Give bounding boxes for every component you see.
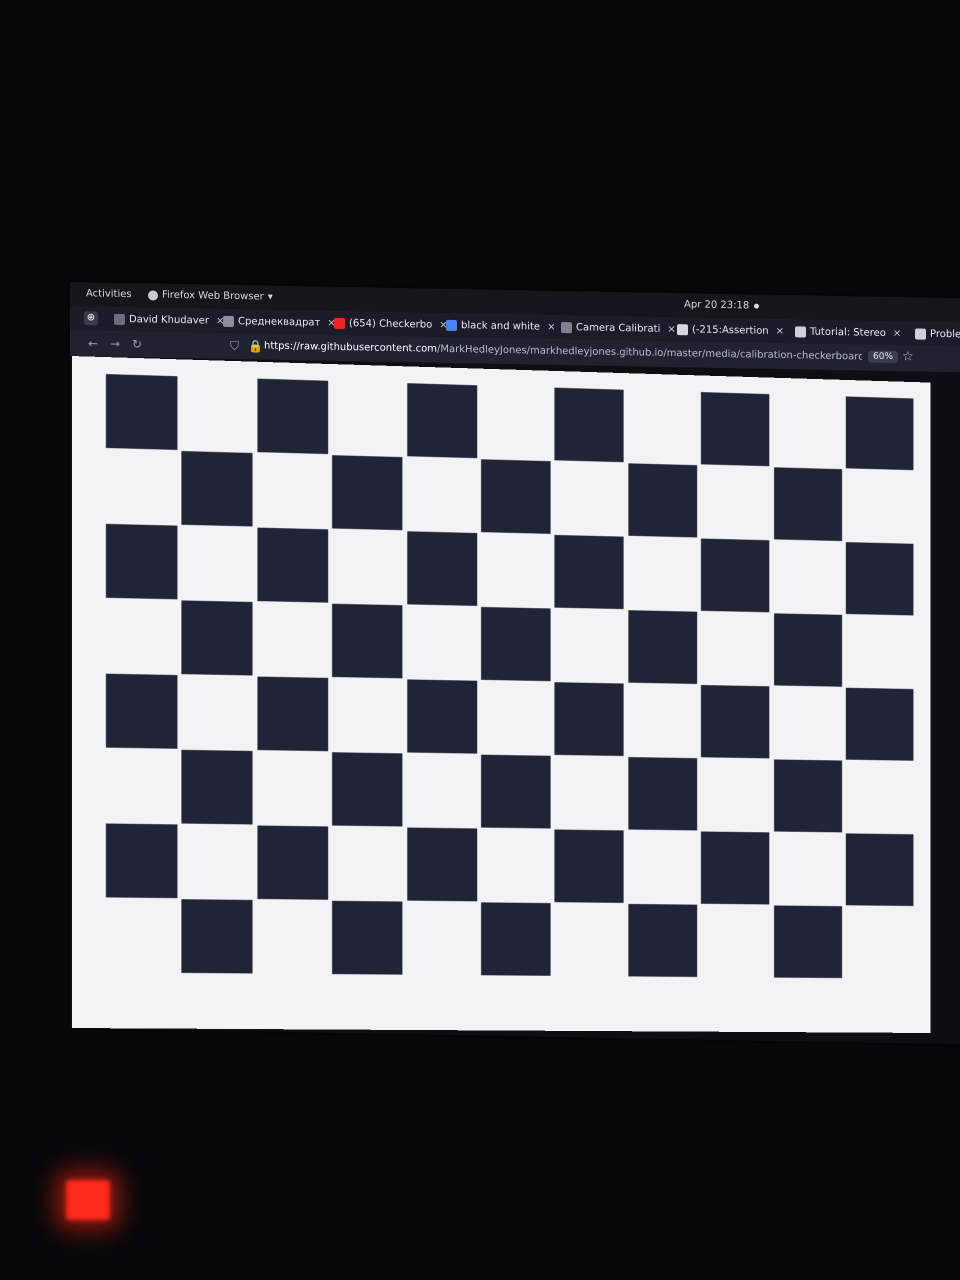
tab-label: Camera Calibrati <box>576 321 661 335</box>
checker-square <box>628 757 697 831</box>
tab-menu-button[interactable]: ⊕ <box>84 311 98 326</box>
monitor-screen: Activities Firefox Web Browser ▾ Apr 20 … <box>70 282 960 1045</box>
checker-square <box>406 531 477 606</box>
tab-label: (654) Checkerbo <box>349 317 433 331</box>
tab-favicon-icon <box>446 319 457 331</box>
tab-favicon-icon <box>795 325 806 337</box>
checker-square <box>628 903 697 977</box>
url-host: https://raw.githubusercontent.com <box>264 340 438 355</box>
photo-scene: Activities Firefox Web Browser ▾ Apr 20 … <box>0 0 960 1280</box>
checker-square <box>181 749 253 825</box>
tab-favicon-icon <box>677 323 688 335</box>
checker-square <box>773 905 842 979</box>
tab[interactable]: black and white × <box>446 317 555 335</box>
tab-favicon-icon <box>561 321 572 333</box>
tab[interactable]: Tutorial: Stereo × <box>795 323 901 341</box>
clock[interactable]: Apr 20 23:18 <box>684 299 749 311</box>
checker-square <box>628 610 697 684</box>
checker-square <box>773 613 842 687</box>
zoom-level-badge[interactable]: 60% <box>868 350 899 364</box>
tab[interactable]: (-215:Assertion × <box>677 321 784 339</box>
tab-label: David Khudaver <box>129 313 209 327</box>
tab-label: Proble <box>930 328 960 340</box>
checker-square <box>332 900 403 975</box>
checker-square <box>257 825 328 900</box>
tab-label: (-215:Assertion <box>692 323 769 337</box>
checker-square <box>181 899 253 974</box>
tab-favicon-icon <box>223 315 234 327</box>
checker-square <box>701 538 770 613</box>
checker-square <box>554 682 624 757</box>
page-content <box>72 356 931 1033</box>
back-arrow-icon[interactable]: ← <box>88 336 98 350</box>
tab[interactable]: Proble <box>915 325 960 342</box>
checker-square <box>845 542 914 616</box>
firefox-icon <box>148 289 158 301</box>
tab-favicon-icon <box>915 327 926 340</box>
tab-label: Tutorial: Stereo <box>810 326 886 339</box>
checker-square <box>845 396 914 471</box>
tab-favicon-icon <box>334 317 345 329</box>
checker-square <box>845 687 914 761</box>
checker-square <box>105 523 178 600</box>
checker-square <box>406 827 477 902</box>
checker-square <box>481 459 551 534</box>
checker-square <box>701 831 770 905</box>
url-path: /MarkHedleyJones/markhedleyjones.github.… <box>437 343 862 363</box>
checker-square <box>257 676 328 752</box>
tab[interactable]: David Khudaver × <box>114 311 224 329</box>
checker-square <box>481 606 551 682</box>
checker-square <box>773 467 842 542</box>
power-led-light <box>66 1180 110 1220</box>
checker-square <box>701 392 770 467</box>
checker-square <box>406 383 477 459</box>
checker-square <box>554 829 624 903</box>
checker-square <box>181 600 253 676</box>
checker-square <box>105 374 178 450</box>
checker-square <box>181 451 253 527</box>
tab-label: black and white <box>461 319 541 333</box>
checker-square <box>628 463 697 538</box>
checker-square <box>332 603 403 679</box>
checker-square <box>105 673 178 749</box>
checker-square <box>481 902 551 976</box>
checkerboard <box>105 374 917 980</box>
reload-icon[interactable]: ↻ <box>132 337 142 351</box>
checker-square <box>773 759 842 833</box>
url-field[interactable]: https://raw.githubusercontent.com/MarkHe… <box>264 341 862 363</box>
close-icon[interactable]: × <box>667 323 675 334</box>
tab-label: Среднеквадрат <box>238 315 321 329</box>
close-icon[interactable]: × <box>893 328 901 339</box>
bookmark-star-icon[interactable]: ☆ <box>902 349 914 364</box>
tab-favicon-icon <box>114 313 125 325</box>
checker-square <box>406 679 477 754</box>
lock-icon[interactable]: 🔒 <box>248 339 263 353</box>
checker-square <box>554 387 624 463</box>
activities-button[interactable]: Activities <box>86 288 132 300</box>
checker-square <box>332 455 403 531</box>
app-menu[interactable]: Firefox Web Browser ▾ <box>148 289 273 303</box>
shield-icon[interactable]: ⛉ <box>230 339 239 354</box>
checker-square <box>332 752 403 827</box>
close-icon[interactable]: × <box>776 325 784 336</box>
chevron-down-icon: ▾ <box>267 291 273 303</box>
close-icon[interactable]: × <box>547 321 555 332</box>
checker-square <box>257 527 328 603</box>
tab[interactable]: (654) Checkerbo × <box>334 315 448 333</box>
checker-square <box>481 754 551 829</box>
forward-arrow-icon[interactable]: → <box>110 337 120 351</box>
checker-square <box>554 534 624 610</box>
checker-square <box>105 823 178 899</box>
checker-square <box>257 378 328 455</box>
tab[interactable]: Camera Calibrati × <box>561 319 676 337</box>
tab[interactable]: Среднеквадрат × <box>223 313 336 331</box>
checker-square <box>701 685 770 759</box>
notification-dot-icon <box>754 303 759 309</box>
app-menu-label: Firefox Web Browser <box>162 289 264 303</box>
checker-square <box>845 833 914 907</box>
